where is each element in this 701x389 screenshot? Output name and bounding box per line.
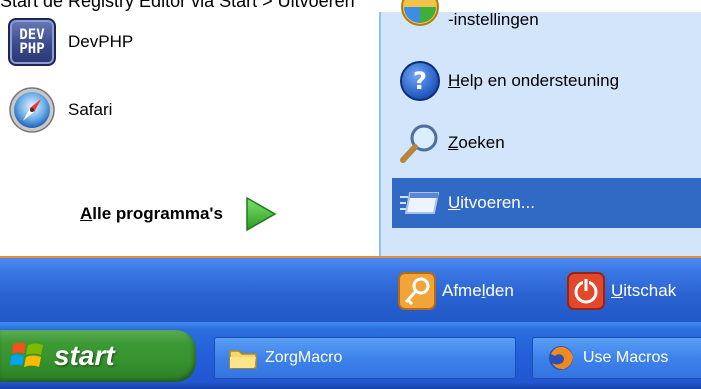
windows-logo-icon bbox=[10, 342, 43, 367]
firefox-icon bbox=[549, 346, 573, 370]
start-label: start bbox=[54, 340, 115, 371]
help-accesskey: H bbox=[448, 71, 461, 90]
green-arrow-icon bbox=[246, 196, 277, 232]
run-accesskey: U bbox=[448, 193, 461, 212]
run-icon bbox=[400, 192, 440, 214]
all-programs-text: lle programma's bbox=[92, 204, 223, 223]
help-label: Help en ondersteuning bbox=[448, 71, 619, 91]
task-item-use-macros[interactable]: Use Macros bbox=[532, 337, 701, 379]
logoff-text-post: den bbox=[485, 281, 514, 300]
help-icon: ? bbox=[400, 61, 440, 101]
logoff-label: Afmelden bbox=[442, 281, 514, 301]
search-label: Zoeken bbox=[448, 133, 505, 153]
devphp-icon-text-top: DEV bbox=[19, 27, 45, 43]
task-item-zorgmacro[interactable]: ZorgMacro bbox=[214, 337, 516, 379]
devphp-icon-text-bottom: PHP bbox=[19, 41, 45, 57]
start-button[interactable]: start bbox=[0, 330, 196, 382]
shutdown-button[interactable]: Uitschak bbox=[567, 270, 676, 312]
search-accesskey: Z bbox=[448, 133, 459, 152]
right-item-run[interactable]: Uitvoeren... bbox=[392, 178, 701, 228]
right-item-search[interactable]: Zoeken bbox=[392, 118, 701, 168]
run-label: Uitvoeren... bbox=[448, 193, 535, 213]
all-programs-accesskey: A bbox=[80, 204, 93, 223]
folder-icon bbox=[229, 350, 257, 369]
task-label: ZorgMacro bbox=[265, 349, 343, 366]
logoff-text-pre: Afme bbox=[442, 281, 482, 300]
program-label: Safari bbox=[68, 100, 113, 119]
search-icon bbox=[400, 124, 438, 163]
program-item-devphp[interactable]: DEV PHP DevPHP bbox=[8, 14, 368, 70]
right-item-help[interactable]: ? Help en ondersteuning bbox=[392, 56, 701, 106]
search-text: oeken bbox=[458, 133, 505, 152]
shutdown-text: itschak bbox=[623, 281, 677, 300]
help-text: elp en ondersteuning bbox=[460, 71, 620, 90]
power-icon bbox=[567, 272, 605, 310]
right-item-settings-partial[interactable]: -instellingen bbox=[392, 0, 701, 40]
safari-icon bbox=[9, 87, 55, 133]
shutdown-label: Uitschak bbox=[611, 281, 676, 301]
taskbar: start ZorgMacro Use Macros bbox=[0, 322, 701, 389]
all-programs-button[interactable]: Alle programma's bbox=[80, 196, 277, 232]
settings-icon bbox=[401, 0, 439, 26]
svg-text:?: ? bbox=[413, 67, 427, 95]
program-label: DevPHP bbox=[68, 32, 134, 51]
settings-label: -instellingen bbox=[448, 10, 539, 29]
shutdown-accesskey: U bbox=[611, 281, 624, 300]
program-item-safari[interactable]: Safari bbox=[8, 82, 368, 138]
key-icon bbox=[398, 272, 436, 310]
devphp-icon: DEV PHP bbox=[8, 18, 56, 66]
run-text: itvoeren... bbox=[460, 193, 535, 212]
task-label: Use Macros bbox=[583, 349, 669, 366]
all-programs-label: Alle programma's bbox=[80, 204, 223, 224]
caption-text: Start de Registry Editor via Start > Uit… bbox=[0, 0, 355, 11]
logoff-button[interactable]: Afmelden bbox=[398, 270, 514, 312]
